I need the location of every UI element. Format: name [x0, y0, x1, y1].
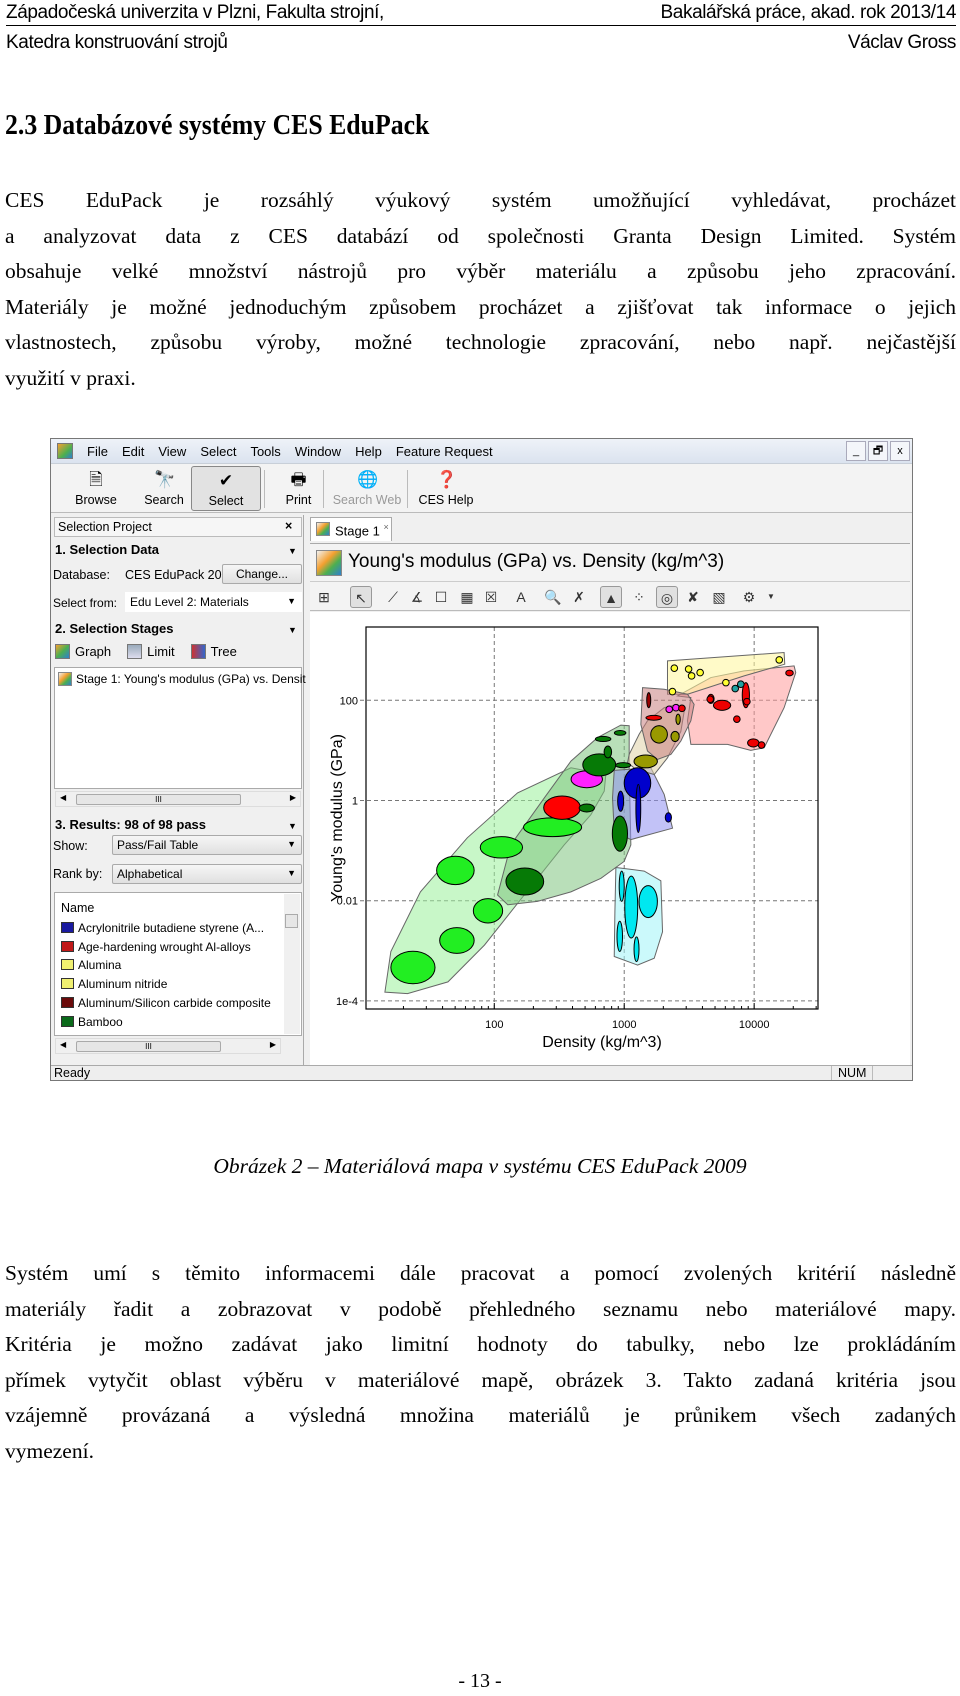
material-point — [684, 665, 693, 673]
figure-caption: Obrázek 2 – Materiálová mapa v systému C… — [213, 1154, 747, 1178]
running-header-bottom: Katedra konstruování strojů Václav Gross — [6, 32, 956, 54]
material-point — [736, 680, 745, 689]
material-point — [743, 697, 751, 706]
material-point — [670, 664, 679, 672]
text-line: CES EduPack je rozsáhlý výukový systém u… — [5, 188, 956, 212]
material-point — [757, 741, 766, 749]
material-bubble — [582, 753, 617, 777]
text-line: Systém umí s těmito informacemi dále pra… — [5, 1261, 956, 1285]
material-bubble — [664, 812, 672, 823]
material-bubble — [617, 790, 625, 812]
material-chart: 100 1000 100001e-40.011100Density (kg/m^3)… — [329, 626, 819, 1051]
text-line: obsahuje velké množství nástrojů pro výb… — [5, 259, 956, 283]
material-point — [722, 678, 730, 687]
material-bubble — [543, 795, 581, 820]
x-axis-title: Density (kg/m^3) — [542, 1034, 662, 1051]
y-tick-label: 1e-4 — [336, 996, 358, 1008]
material-bubble — [650, 725, 668, 744]
material-bubble — [633, 754, 658, 769]
running-header-top: Západočeská univerzita v Plzni, Fakulta … — [6, 2, 956, 26]
material-bubble — [611, 815, 629, 852]
material-bubble — [472, 898, 504, 924]
ces-edupack-screenshot: File Edit View Select Tools Window Help Feature… — [50, 438, 913, 1081]
material-bubble — [523, 817, 583, 838]
material-point — [668, 687, 677, 696]
status-text: Ready — [54, 1066, 91, 1080]
header-thesis-info: Bakalářská práce, akad. rok 2013/14 — [660, 2, 957, 23]
material-bubble — [505, 867, 545, 896]
text-line: vzájemně provázaná a výsledná množina ma… — [5, 1403, 956, 1427]
y-axis-title: Young's modulus (GPa) — [329, 734, 346, 902]
material-point — [731, 684, 740, 693]
material-bubble — [436, 855, 475, 886]
material-bubble — [390, 950, 436, 985]
material-bubble — [712, 699, 732, 711]
text-line: materiály řadit a zobrazovat v podobě př… — [5, 1296, 956, 1321]
y-tick-label: 100 — [340, 695, 358, 707]
material-bubble — [646, 692, 652, 709]
y-tick-label: 1 — [352, 795, 358, 807]
material-point — [775, 656, 784, 664]
material-bubble — [638, 885, 658, 919]
material-point — [706, 695, 715, 704]
text-line: a analyzovat data z CES databází od spol… — [5, 223, 956, 248]
text-line: přímek vytyčit oblast výběru v materiálo… — [5, 1367, 956, 1392]
section-heading: 2.3 Databázové systémy CES EduPack — [5, 110, 430, 141]
material-bubble — [439, 927, 475, 954]
material-bubble — [578, 803, 595, 813]
material-bubble — [670, 730, 680, 743]
status-bar: Ready NUM — [51, 1065, 912, 1080]
material-bubble — [624, 875, 639, 939]
paragraph-intro: CES EduPack je rozsáhlý výukový systém u… — [5, 183, 956, 396]
material-bubble — [618, 870, 625, 902]
text-line: Kritéria je možno zadávat jako limitní h… — [5, 1332, 956, 1356]
material-bubble — [785, 669, 794, 677]
material-bubble — [479, 836, 524, 859]
page-number: - 13 - — [458, 1670, 502, 1692]
material-bubble — [613, 729, 627, 736]
material-point — [665, 705, 674, 714]
material-bubble — [616, 920, 623, 952]
text-line: vymezení. — [5, 1438, 94, 1463]
material-point — [678, 704, 686, 713]
material-bubble — [747, 738, 760, 748]
paragraph-criteria: Systém umí s těmito informacemi dále pra… — [5, 1256, 956, 1469]
header-university: Západočeská univerzita v Plzni, Fakulta … — [6, 2, 384, 23]
material-bubble — [675, 713, 681, 725]
text-line: vlastnostech, způsobu výroby, možné tech… — [5, 330, 956, 354]
material-bubble — [603, 745, 613, 759]
x-tick-label: 100 — [485, 1019, 503, 1031]
x-tick-label: 10000 — [739, 1019, 770, 1031]
text-line: využití v praxi. — [5, 365, 136, 390]
material-bubble — [633, 936, 640, 963]
x-tick-label: 1000 — [612, 1019, 636, 1031]
material-bubble — [615, 762, 632, 769]
text-line: Materiály je možné jednoduchým způsobem … — [5, 294, 956, 319]
material-bubble — [594, 735, 612, 743]
header-author: Václav Gross — [847, 32, 957, 53]
material-point — [687, 672, 696, 680]
material-bubble — [645, 714, 663, 721]
material-bubble — [635, 783, 642, 833]
material-point — [733, 715, 741, 723]
num-lock-indicator: NUM — [831, 1066, 874, 1080]
header-department: Katedra konstruování strojů — [6, 32, 228, 53]
material-point — [696, 668, 704, 677]
